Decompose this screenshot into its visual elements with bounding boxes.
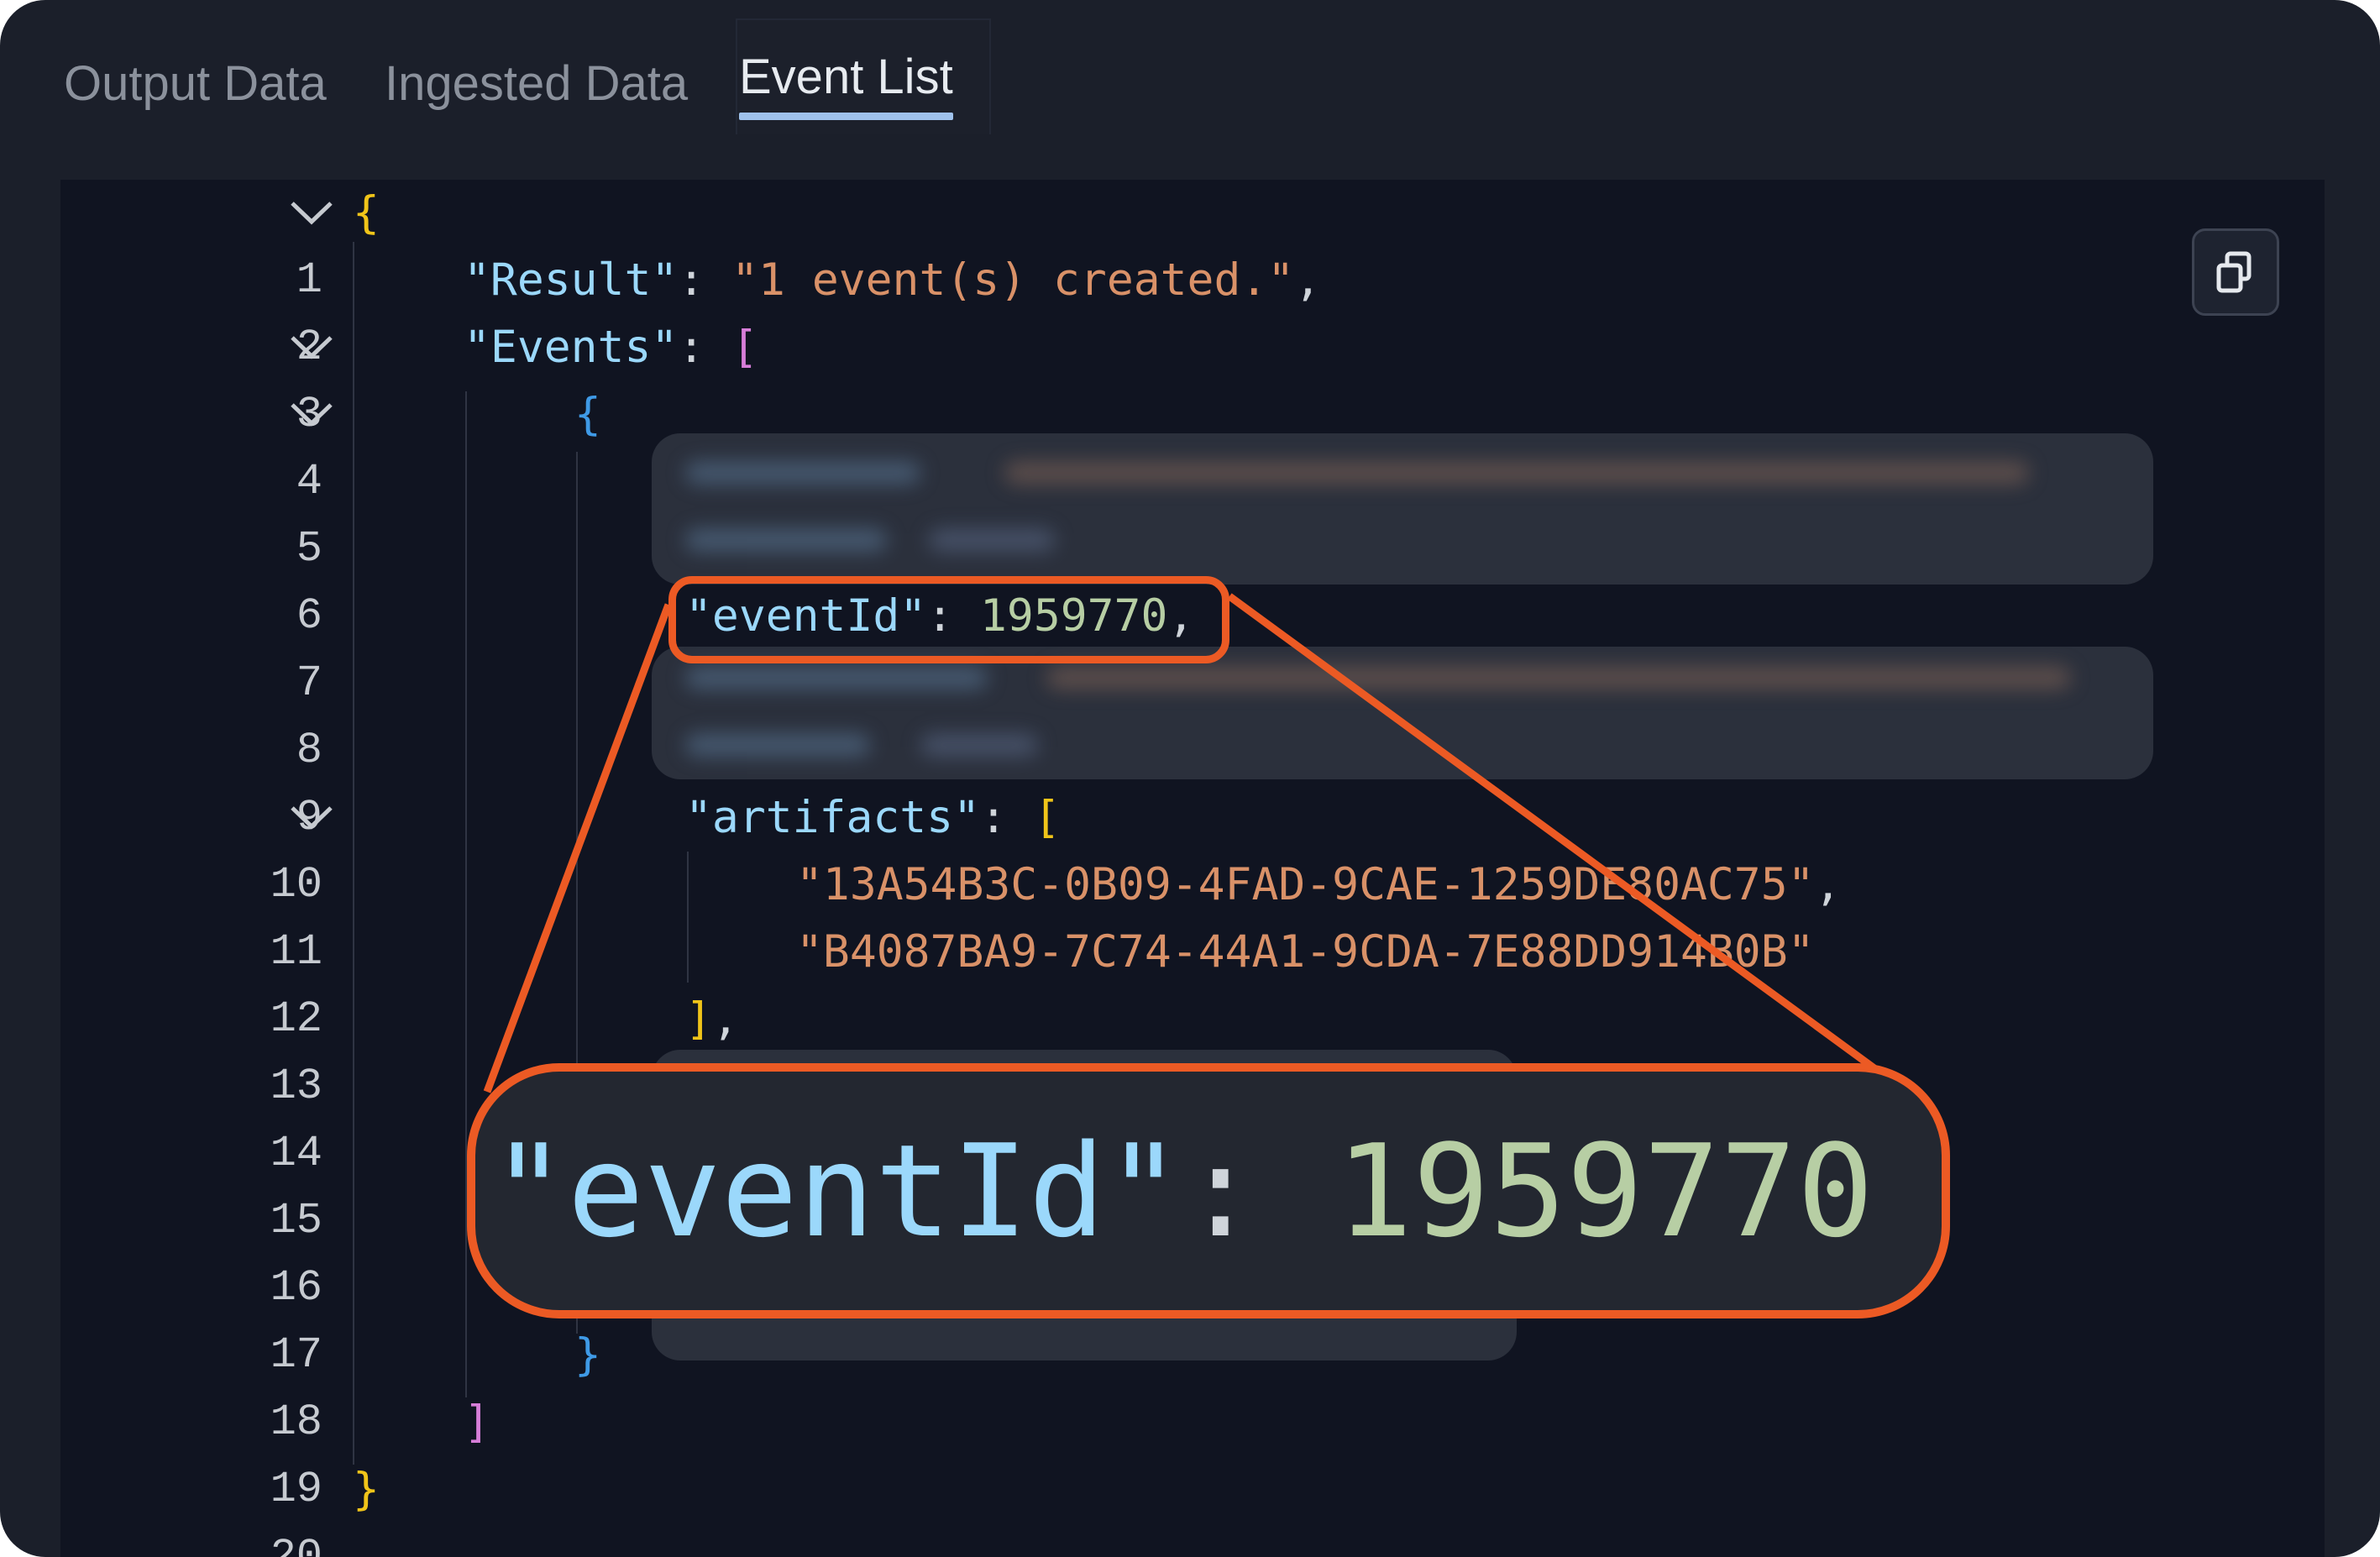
- tab-label: Ingested Data: [385, 56, 689, 111]
- active-tab-underline: [739, 113, 953, 120]
- object-open-brace: {: [574, 389, 601, 440]
- code-line: 3 "Events": [: [60, 314, 2325, 439]
- comma: ,: [1294, 254, 1322, 306]
- zoom-callout: "eventId": 1959770: [467, 1063, 1950, 1318]
- tab-output-data[interactable]: Output Data: [64, 50, 327, 127]
- events-key: "Events": [464, 322, 679, 373]
- tab-ingested-data[interactable]: Ingested Data: [385, 50, 688, 127]
- artifact-id: "13A54B3C-0B09-4FAD-9CAE-1259DE80AC75": [796, 859, 1815, 910]
- code-line: 13 ],: [60, 986, 2325, 1111]
- code-line: 18 }: [60, 1322, 2325, 1447]
- artifacts-close-bracket: ]: [685, 993, 712, 1045]
- result-key: "Result": [464, 254, 679, 306]
- chevron-down-icon[interactable]: [289, 198, 334, 227]
- code-line: 10 "artifacts": [: [60, 784, 2325, 910]
- result-value: "1 event(s) created.": [731, 254, 1295, 306]
- events-close-bracket: ]: [464, 1397, 490, 1448]
- code-line: 1 {: [60, 180, 2325, 305]
- colon: :: [980, 792, 1034, 843]
- highlight-box: [668, 576, 1229, 663]
- event-list-panel: Output Data Ingested Data Event List 1 {…: [0, 0, 2380, 1557]
- tab-label: Event List: [739, 50, 953, 104]
- code-line: 12 "B4087BA9-7C74-44A1-9CDA-7E88DD914B0B…: [60, 919, 2325, 1044]
- artifact-id: "B4087BA9-7C74-44A1-9CDA-7E88DD914B0B": [796, 926, 1815, 978]
- tab-label: Output Data: [64, 56, 327, 111]
- code-line: 19 ]: [60, 1389, 2325, 1514]
- code-line: 4 {: [60, 381, 2325, 506]
- chevron-down-icon[interactable]: [289, 400, 334, 428]
- colon: :: [678, 322, 732, 373]
- zoom-eventid-key: "eventId": [490, 1117, 1182, 1266]
- code-line: 6: [60, 516, 2325, 641]
- code-line: 20 }: [60, 1456, 2325, 1557]
- tab-event-list[interactable]: Event List: [739, 44, 953, 120]
- root-close-brace: }: [353, 1464, 380, 1515]
- object-close-brace: }: [574, 1329, 601, 1381]
- code-line: 11 "13A54B3C-0B09-4FAD-9CAE-1259DE80AC75…: [60, 852, 2325, 977]
- artifacts-key: "artifacts": [685, 792, 980, 843]
- colon: :: [678, 254, 732, 306]
- root-open-brace: {: [353, 187, 380, 239]
- code-line: 5: [60, 448, 2325, 574]
- zoom-colon: :: [1182, 1117, 1336, 1266]
- zoom-eventid-value: 1959770: [1335, 1117, 1874, 1266]
- events-open-bracket: [: [731, 322, 759, 373]
- line-number: 20: [270, 1532, 322, 1557]
- json-code-editor[interactable]: 1 { 2 "Result": "1 event(s) created.", 3…: [60, 180, 2325, 1557]
- copy-button[interactable]: [2192, 228, 2279, 316]
- artifacts-open-bracket: [: [1033, 792, 1061, 843]
- code-line: 2 "Result": "1 event(s) created.",: [60, 247, 2325, 372]
- code-line: 9: [60, 717, 2325, 842]
- copy-icon: [2216, 251, 2252, 293]
- comma: ,: [711, 993, 739, 1045]
- comma: ,: [1814, 859, 1842, 910]
- chevron-down-icon[interactable]: [289, 333, 334, 361]
- chevron-down-icon[interactable]: [289, 803, 334, 831]
